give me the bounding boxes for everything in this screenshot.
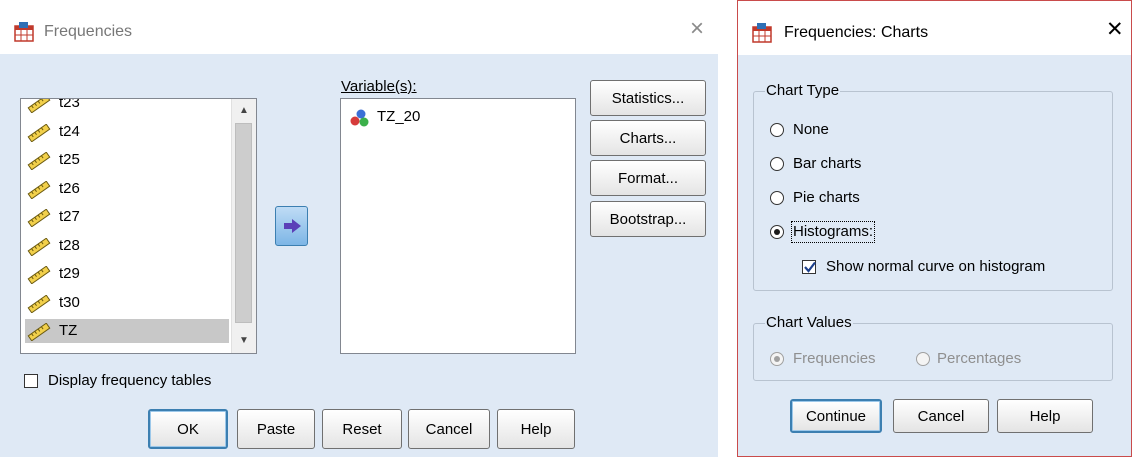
- variable-name: t30: [59, 293, 80, 311]
- radio-bar-charts[interactable]: [770, 157, 784, 171]
- radio-pie-charts-label: Pie charts: [793, 189, 860, 206]
- variable-name: TZ: [59, 322, 78, 339]
- variable-list-item[interactable]: t30: [25, 291, 229, 315]
- radio-bar-charts-label: Bar charts: [793, 155, 862, 172]
- ruler-icon: [27, 266, 51, 284]
- show-normal-curve-checkbox[interactable]: [802, 260, 816, 274]
- variable-list-item[interactable]: t23: [25, 98, 229, 115]
- help-label: Help: [1029, 407, 1061, 425]
- variable-name: t26: [59, 179, 80, 197]
- variable-list-item[interactable]: t27: [25, 205, 229, 229]
- close-icon[interactable]: ✕: [1106, 17, 1124, 43]
- radio-pie-charts[interactable]: [770, 191, 784, 205]
- reset-label: Reset: [342, 420, 382, 438]
- source-list-scrollbar[interactable]: ▲ ▼: [231, 99, 256, 353]
- radio-none-label: None: [793, 121, 829, 138]
- display-frequency-tables-label: Display frequency tables: [48, 372, 212, 389]
- variable-name: t23: [59, 98, 80, 111]
- help-label: Help: [520, 420, 552, 438]
- paste-button[interactable]: Paste: [237, 409, 315, 449]
- checkmark-icon: [804, 261, 816, 273]
- target-variable-list[interactable]: TZ_20: [340, 98, 576, 354]
- app-icon: [752, 23, 772, 43]
- variable-list-item[interactable]: t25: [25, 148, 229, 172]
- radio-histograms[interactable]: [770, 225, 784, 239]
- help-button[interactable]: Help: [997, 399, 1093, 433]
- close-icon[interactable]: ×: [690, 16, 704, 42]
- ok-button[interactable]: OK: [148, 409, 228, 449]
- radio-histograms-label: Histograms:: [790, 221, 876, 243]
- variables-label: Variable(s):: [341, 78, 417, 95]
- format-button[interactable]: Format...: [590, 160, 706, 196]
- app-icon: [14, 22, 34, 42]
- variable-list-item[interactable]: t29: [25, 262, 229, 286]
- scroll-up-icon[interactable]: ▲: [232, 101, 256, 121]
- variable-list-item[interactable]: t24: [25, 120, 229, 144]
- variable-name: t27: [59, 208, 80, 225]
- ruler-icon: [27, 99, 51, 113]
- ruler-icon: [27, 294, 51, 313]
- radio-frequencies[interactable]: [770, 352, 784, 366]
- statistics-label: Statistics...: [611, 89, 685, 107]
- variable-list-item[interactable]: t26: [25, 177, 229, 201]
- three-balls-icon: [350, 109, 369, 127]
- ruler-icon: [27, 180, 51, 199]
- bootstrap-button[interactable]: Bootstrap...: [590, 201, 706, 237]
- variable-name: t29: [59, 265, 80, 282]
- ruler-icon: [27, 237, 51, 256]
- frequencies-title: Frequencies: [44, 23, 133, 40]
- charts-title: Frequencies: Charts: [784, 24, 929, 41]
- paste-label: Paste: [256, 420, 296, 438]
- cancel-button[interactable]: Cancel: [893, 399, 989, 433]
- chart-type-legend: Chart Type: [765, 82, 841, 100]
- radio-frequencies-label: Frequencies: [793, 350, 876, 367]
- help-button[interactable]: Help: [497, 409, 575, 449]
- charts-button[interactable]: Charts...: [590, 120, 706, 156]
- variable-name: t25: [59, 151, 80, 168]
- radio-none[interactable]: [770, 123, 784, 137]
- ok-label: OK: [177, 420, 199, 438]
- scroll-down-icon[interactable]: ▼: [232, 331, 256, 351]
- continue-label: Continue: [805, 407, 867, 425]
- cancel-button[interactable]: Cancel: [408, 409, 490, 449]
- radio-percentages[interactable]: [916, 352, 930, 366]
- charts-label: Charts...: [619, 129, 677, 147]
- statistics-button[interactable]: Statistics...: [590, 80, 706, 116]
- ruler-icon: [27, 123, 51, 142]
- bootstrap-label: Bootstrap...: [609, 210, 687, 228]
- source-variable-list[interactable]: t23 t24 t25 t26 t27 t28 t29 t30 TZ ▲ ▼: [20, 98, 257, 354]
- frequencies-titlebar: Frequencies ×: [0, 0, 718, 54]
- variable-name: t28: [59, 236, 80, 254]
- format-label: Format...: [617, 169, 678, 187]
- continue-button[interactable]: Continue: [790, 399, 882, 433]
- variable-list-item[interactable]: t28: [25, 234, 229, 258]
- selected-variable-item[interactable]: TZ_20: [345, 105, 549, 129]
- charts-dialog: Frequencies: Charts ✕ Chart Type None Ba…: [737, 0, 1132, 457]
- variable-list-item[interactable]: TZ: [25, 319, 229, 343]
- cancel-label: Cancel: [917, 407, 965, 425]
- move-variable-button[interactable]: [275, 206, 308, 246]
- show-normal-curve-label: Show normal curve on histogram: [826, 258, 1046, 275]
- radio-percentages-label: Percentages: [937, 350, 1022, 367]
- scroll-thumb[interactable]: [235, 123, 252, 323]
- ruler-icon: [27, 152, 51, 170]
- ruler-icon: [27, 323, 51, 341]
- display-frequency-tables-checkbox[interactable]: [24, 374, 38, 388]
- reset-button[interactable]: Reset: [322, 409, 402, 449]
- ruler-icon: [27, 209, 51, 227]
- variable-name: TZ_20: [377, 108, 421, 125]
- cancel-label: Cancel: [425, 420, 473, 438]
- frequencies-dialog: Frequencies × t23 t24 t25 t26 t27 t28 t29 t30 TZ…: [0, 0, 718, 457]
- chart-values-legend: Chart Values: [765, 314, 853, 332]
- charts-titlebar: Frequencies: Charts ✕: [738, 1, 1131, 55]
- right-arrow-icon: [284, 219, 301, 233]
- variable-name: t24: [59, 122, 80, 140]
